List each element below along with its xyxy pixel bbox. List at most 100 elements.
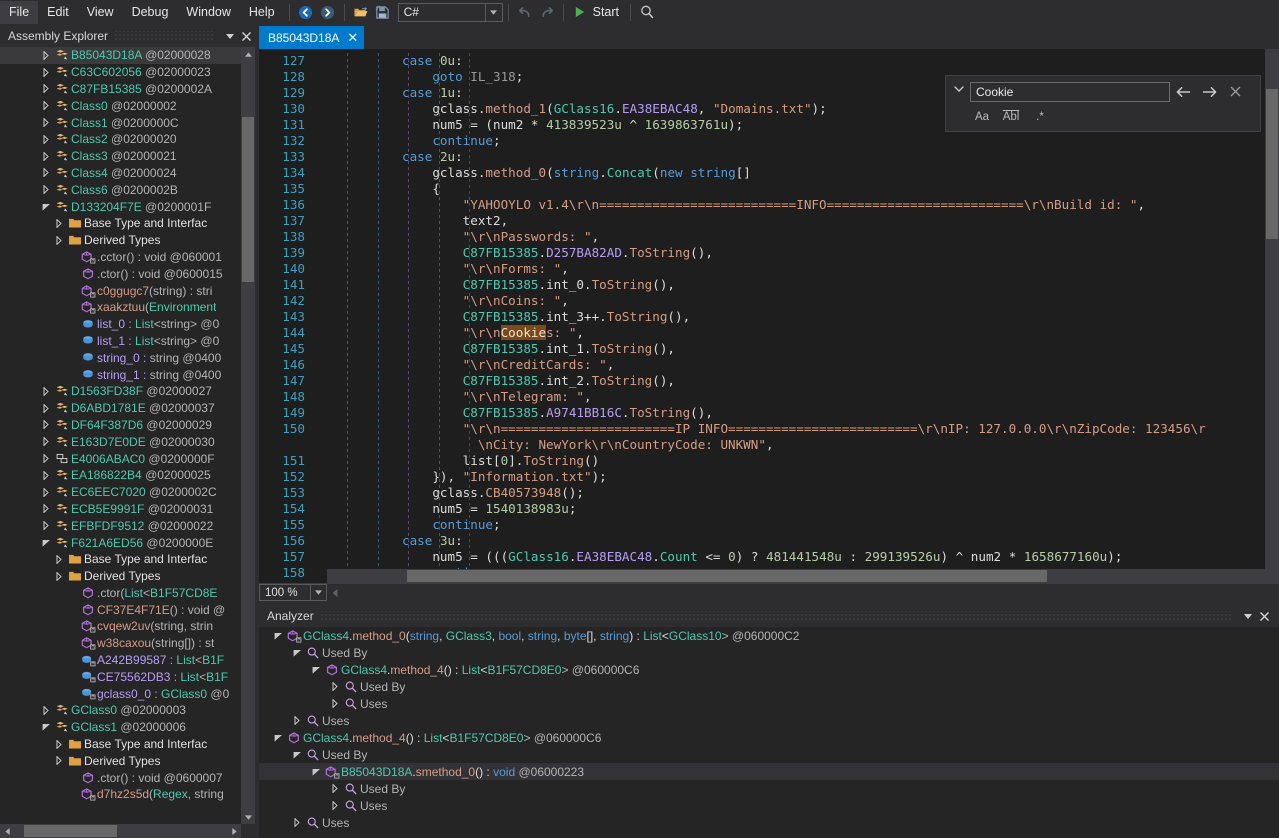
tree-item[interactable]: .cctor() : void @060001 <box>0 249 241 266</box>
analyzer-row[interactable]: Uses <box>259 797 1279 814</box>
tree-item[interactable]: Class2 @02000020 <box>0 131 241 148</box>
chevron-right-icon[interactable] <box>52 571 66 581</box>
assembly-tree[interactable]: B85043D18A @02000028 C63C602056 @02000023… <box>0 47 241 824</box>
chevron-down-icon[interactable] <box>484 3 502 21</box>
search-icon[interactable] <box>636 2 658 23</box>
chevron-right-icon[interactable] <box>39 437 53 447</box>
chevron-right-icon[interactable] <box>39 118 53 128</box>
tree-item[interactable]: list_1 : List<string> @0 <box>0 333 241 350</box>
close-icon[interactable] <box>1256 607 1273 625</box>
tree-item[interactable]: string_0 : string @0400 <box>0 349 241 366</box>
chevron-right-icon[interactable] <box>39 168 53 178</box>
chevron-right-icon[interactable] <box>52 739 66 749</box>
tab-b85043d18a[interactable]: B85043D18A ✕ <box>259 26 365 49</box>
tree-item[interactable]: c0ggugc7(string) : stri <box>0 282 241 299</box>
chevron-right-icon[interactable] <box>39 420 53 430</box>
tree-item[interactable]: D133204F7E @0200001F <box>0 198 241 215</box>
chevron-right-icon[interactable] <box>39 67 53 77</box>
search-input[interactable] <box>970 81 1170 102</box>
chevron-right-icon[interactable] <box>290 716 304 725</box>
scrollbar-thumb[interactable] <box>407 570 1047 582</box>
code-line[interactable]: 133 case 2u: <box>259 149 1265 165</box>
tree-item[interactable]: .ctor() : void @0600007 <box>0 769 241 786</box>
code-editor[interactable]: 127 case 0u: 128 goto IL_318; 129 case 1u:… <box>259 49 1279 601</box>
analyzer-row[interactable]: GClass4.method_4() : List<B1F57CD8E0> @0… <box>259 661 1279 678</box>
tree-item[interactable]: C87FB15385 @0200002A <box>0 81 241 98</box>
tree-item[interactable]: CE75562DB3 : List<B1F <box>0 668 241 685</box>
tree-item[interactable]: DF64F387D6 @02000029 <box>0 417 241 434</box>
scroll-down-icon[interactable] <box>241 810 255 824</box>
scroll-left-icon[interactable] <box>327 588 343 597</box>
analyzer-row[interactable]: Used By <box>259 746 1279 763</box>
code-line[interactable]: 145 C87FB15385.int_1.ToString(), <box>259 341 1265 357</box>
code-line[interactable]: 139 C87FB15385.D257BA82AD.ToString(), <box>259 245 1265 261</box>
analyzer-row[interactable]: Uses <box>259 712 1279 729</box>
tree-item[interactable]: GClass1 @02000006 <box>0 719 241 736</box>
chevron-down-icon[interactable] <box>271 632 285 640</box>
zoom-level-value[interactable]: 100 % <box>259 584 311 601</box>
match-case-toggle[interactable]: Aa <box>970 107 994 126</box>
editor-hscrollbar[interactable] <box>327 569 1265 583</box>
chevron-right-icon[interactable] <box>39 454 53 464</box>
chevron-down-icon[interactable] <box>1239 607 1256 625</box>
code-line[interactable]: \nCity: NewYork\r\nCountryCode: UNKWN", <box>259 437 1265 453</box>
chevron-right-icon[interactable] <box>39 151 53 161</box>
arrow-left-icon[interactable] <box>1170 81 1196 102</box>
tree-item[interactable]: Base Type and Interfac <box>0 215 241 232</box>
analyzer-row[interactable]: GClass4.method_0(string, GClass3, bool, … <box>259 627 1279 644</box>
chevron-right-icon[interactable] <box>52 756 66 766</box>
code-line[interactable]: 149 C87FB15385.A9741BB16C.ToString(), <box>259 405 1265 421</box>
code-line[interactable]: 157 num5 = (((GClass16.EA38EBAC48.Count … <box>259 549 1265 565</box>
menu-edit[interactable]: Edit <box>38 1 78 24</box>
tree-item[interactable]: gclass0_0 : GClass0 @0 <box>0 685 241 702</box>
match-whole-word-toggle[interactable]: Abl <box>999 107 1023 126</box>
code-line[interactable]: 135 { <box>259 181 1265 197</box>
code-line[interactable]: 147 C87FB15385.int_2.ToString(), <box>259 373 1265 389</box>
menu-window[interactable]: Window <box>177 1 239 24</box>
menu-debug[interactable]: Debug <box>123 1 178 24</box>
tree-item[interactable]: Class3 @02000021 <box>0 148 241 165</box>
tree-item[interactable]: Base Type and Interfac <box>0 736 241 753</box>
code-line[interactable]: 154 num5 = 1540138983u; <box>259 501 1265 517</box>
chevron-right-icon[interactable] <box>39 403 53 413</box>
assembly-tree-hscrollbar[interactable] <box>0 824 241 838</box>
close-icon[interactable] <box>1222 81 1248 102</box>
tree-item[interactable]: EA186822B4 @02000025 <box>0 467 241 484</box>
tree-item[interactable]: E163D7E0DE @02000030 <box>0 433 241 450</box>
use-regex-toggle[interactable]: .* <box>1028 107 1052 126</box>
save-all-icon[interactable] <box>372 2 394 23</box>
chevron-down-icon[interactable] <box>311 584 327 601</box>
arrow-right-icon[interactable] <box>1196 81 1222 102</box>
scroll-left-icon[interactable] <box>0 824 14 838</box>
tree-item[interactable]: C63C602056 @02000023 <box>0 64 241 81</box>
redo-icon[interactable] <box>536 2 558 23</box>
tree-item[interactable]: B85043D18A @02000028 <box>0 47 241 64</box>
tree-item[interactable]: cvqew2uv(string, strin <box>0 618 241 635</box>
chevron-right-icon[interactable] <box>39 470 53 480</box>
chevron-right-icon[interactable] <box>39 386 53 396</box>
open-folder-icon[interactable] <box>350 2 372 23</box>
tree-item[interactable]: CF37E4F71E() : void @ <box>0 601 241 618</box>
menu-file[interactable]: File <box>0 0 39 24</box>
chevron-right-icon[interactable] <box>39 50 53 60</box>
code-line[interactable]: 134 gclass.method_0(string.Concat(new st… <box>259 165 1265 181</box>
chevron-right-icon[interactable] <box>39 84 53 94</box>
chevron-down-icon[interactable] <box>39 539 53 547</box>
code-line[interactable]: 136 "YAHOOYLO v1.4\r\n==================… <box>259 197 1265 213</box>
tree-item[interactable]: d7hz2s5d(Regex, string <box>0 786 241 803</box>
tree-item[interactable]: Derived Types <box>0 752 241 769</box>
code-line[interactable]: 138 "\r\nPasswords: ", <box>259 229 1265 245</box>
tree-item[interactable]: GClass0 @02000003 <box>0 702 241 719</box>
tree-item[interactable]: F621A6ED56 @0200000E <box>0 534 241 551</box>
code-line[interactable]: 144 "\r\nCookies: ", <box>259 325 1265 341</box>
menu-help[interactable]: Help <box>240 1 284 24</box>
code-line[interactable]: 153 gclass.CB40573948(); <box>259 485 1265 501</box>
code-line[interactable]: 151 list[0].ToString() <box>259 453 1265 469</box>
tree-item[interactable]: Derived Types <box>0 568 241 585</box>
scrollbar-thumb[interactable] <box>1266 89 1278 239</box>
tree-item[interactable]: EC6EEC7020 @0200002C <box>0 484 241 501</box>
chevron-right-icon[interactable] <box>328 801 342 810</box>
analyzer-tree[interactable]: GClass4.method_0(string, GClass3, bool, … <box>259 627 1279 838</box>
tree-item[interactable]: Class0 @02000002 <box>0 97 241 114</box>
start-play-icon[interactable] <box>569 2 591 23</box>
